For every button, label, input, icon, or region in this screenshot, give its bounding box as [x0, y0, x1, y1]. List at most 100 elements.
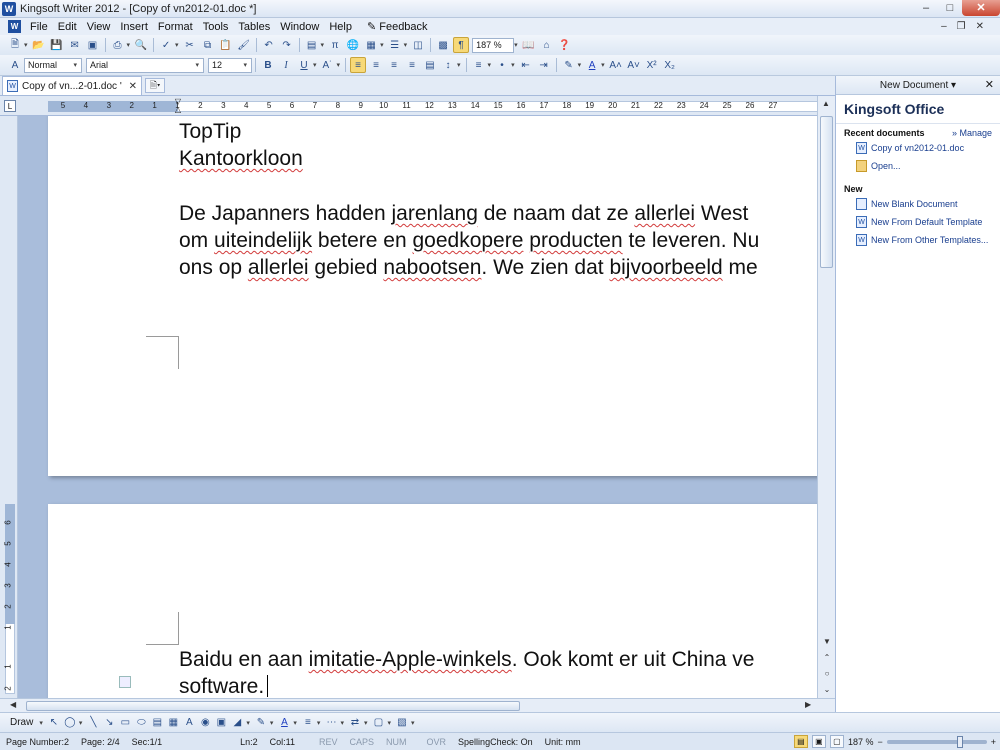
line-style-icon[interactable]: ≡	[301, 716, 315, 730]
minimize-button[interactable]: –	[914, 0, 938, 16]
menu-edit[interactable]: Edit	[53, 21, 82, 33]
page-2[interactable]: Baidu en aan imitatie-Apple-winkels. Ook…	[48, 504, 817, 698]
new-blank-document-link[interactable]: New Blank Document	[844, 194, 992, 212]
recent-doc-link[interactable]: W Copy of vn2012-01.doc	[844, 138, 992, 156]
close-pane-icon[interactable]: ✕	[985, 78, 994, 91]
full-screen-view-icon[interactable]: ▢	[829, 735, 844, 748]
open-folder-icon[interactable]: 📂	[31, 37, 47, 53]
zoom-slider[interactable]	[886, 735, 987, 748]
text-box-icon[interactable]: ▤	[150, 716, 164, 730]
underline-button[interactable]: U	[296, 57, 312, 73]
align-left-icon[interactable]: ≡	[350, 57, 367, 73]
heading-kantoorkloon[interactable]: Kantoorkloon	[179, 145, 303, 172]
cut-icon[interactable]: ✂	[182, 37, 198, 53]
insert-image-icon[interactable]: ▣	[214, 716, 228, 730]
export-pdf-icon[interactable]: ▣	[85, 37, 101, 53]
insert-picture-icon[interactable]: ▤	[304, 37, 320, 53]
paste-icon[interactable]: 📋	[218, 37, 234, 53]
tab-document[interactable]: W Copy of vn...2-01.doc ' ✕	[2, 76, 142, 95]
email-icon[interactable]: ✉	[67, 37, 83, 53]
status-spelling[interactable]: SpellingCheck: On	[452, 737, 539, 747]
document-workspace[interactable]: TopTip Kantoorkloon De Japanners hadden …	[18, 116, 817, 698]
increase-indent-icon[interactable]: ⇥	[536, 57, 552, 73]
font-color-icon[interactable]: A	[584, 57, 600, 73]
draw-font-color-icon[interactable]: A	[277, 716, 291, 730]
autoshapes-icon[interactable]: ◯	[63, 716, 77, 730]
copy-icon[interactable]: ⧉	[200, 37, 216, 53]
task-pane-header[interactable]: New Document ▾ ✕	[836, 76, 1000, 95]
spell-check-icon[interactable]: ✓	[158, 37, 174, 53]
line-color-icon[interactable]: ✎	[254, 716, 268, 730]
superscript-icon[interactable]: X²	[644, 57, 660, 73]
distribute-icon[interactable]: ▤	[422, 57, 438, 73]
new-tab-button[interactable]: 🗎▾	[145, 78, 165, 93]
document-menu-icon[interactable]: W	[8, 20, 21, 33]
shadow-icon[interactable]: ▢	[371, 716, 385, 730]
vertical-ruler[interactable]: 6 5 4 3 2 1 1 2	[0, 116, 18, 698]
arrow-icon[interactable]: ↘	[102, 716, 116, 730]
subscript-icon[interactable]: X₂	[662, 57, 678, 73]
align-center-icon[interactable]: ≡	[368, 57, 384, 73]
print-preview-icon[interactable]: 🔍	[133, 37, 149, 53]
redo-icon[interactable]: ↷	[279, 37, 295, 53]
select-objects-icon[interactable]: ↖	[47, 716, 61, 730]
drawing-icon[interactable]: ◫	[410, 37, 426, 53]
fill-color-icon[interactable]: ◢	[230, 716, 244, 730]
doc-restore-button[interactable]: ❐	[957, 21, 966, 32]
3d-icon[interactable]: ▧	[395, 716, 409, 730]
doc-close-button[interactable]: ✕	[976, 21, 984, 32]
font-size-select[interactable]: 12 ▾	[208, 57, 252, 73]
scroll-right-icon[interactable]: ▶	[805, 700, 811, 709]
highlight-icon[interactable]: ✎	[561, 57, 577, 73]
status-rev[interactable]: REV	[313, 737, 344, 747]
new-document-icon[interactable]: 🗎	[7, 37, 23, 53]
menu-tools[interactable]: Tools	[198, 21, 234, 33]
new-other-templates-link[interactable]: W New From Other Templates...	[844, 230, 992, 248]
next-page-icon[interactable]: ⌄	[819, 682, 835, 696]
zoom-in-icon[interactable]: +	[991, 737, 996, 747]
page-1[interactable]: TopTip Kantoorkloon De Japanners hadden …	[48, 116, 817, 476]
scroll-left-icon[interactable]: ◀	[10, 700, 16, 709]
show-marks-icon[interactable]: ¶	[453, 37, 470, 53]
horizontal-scroll-thumb[interactable]	[26, 701, 520, 711]
status-ovr[interactable]: OVR	[421, 737, 453, 747]
document-map-icon[interactable]: ▩	[435, 37, 451, 53]
doc-minimize-button[interactable]: –	[941, 21, 947, 32]
menu-window[interactable]: Window	[275, 21, 324, 33]
shrink-font-icon[interactable]: A˅	[626, 57, 642, 73]
line-spacing-icon[interactable]: ↕	[440, 57, 456, 73]
font-select[interactable]: Arial ▾	[86, 57, 204, 73]
web-view-icon[interactable]: ▣	[811, 735, 826, 748]
menu-format[interactable]: Format	[153, 21, 198, 33]
close-tab-icon[interactable]: ✕	[129, 81, 137, 92]
formula-icon[interactable]: π	[327, 37, 343, 53]
numbered-list-icon[interactable]: ≡	[471, 57, 487, 73]
home-icon[interactable]: ⌂	[539, 37, 555, 53]
bold-button[interactable]: B	[260, 57, 276, 73]
page2-line-1[interactable]: Baidu en aan imitatie-Apple-winkels. Ook…	[179, 646, 754, 673]
bullet-list-icon[interactable]: •	[494, 57, 510, 73]
zoom-out-icon[interactable]: −	[877, 737, 882, 747]
task-pane-title-dropdown[interactable]: New Document ▾	[880, 80, 956, 91]
clipart-icon[interactable]: ◉	[198, 716, 212, 730]
menu-feedback[interactable]: ✎ Feedback	[357, 20, 433, 33]
hyperlink-icon[interactable]: 🌐	[345, 37, 361, 53]
page2-line-2[interactable]: software.	[179, 673, 269, 698]
select-browse-object-icon[interactable]: ○	[819, 666, 835, 680]
rectangle-icon[interactable]: ▭	[118, 716, 132, 730]
open-link[interactable]: Open...	[844, 156, 992, 174]
menu-tables[interactable]: Tables	[233, 21, 275, 33]
scroll-down-icon[interactable]: ▼	[819, 634, 835, 648]
oval-icon[interactable]: ⬭	[134, 716, 148, 730]
horizontal-scrollbar[interactable]: ◀ ▶	[0, 698, 835, 712]
italic-button[interactable]: I	[278, 57, 294, 73]
menu-view[interactable]: View	[82, 21, 116, 33]
styles-icon[interactable]: A	[7, 57, 23, 73]
close-window-button[interactable]: ✕	[962, 0, 1000, 16]
heading-toptip[interactable]: TopTip	[179, 118, 241, 145]
previous-page-icon[interactable]: ⌃	[819, 650, 835, 664]
paragraph-line-3[interactable]: ons op allerlei gebied nabootsen. We zie…	[179, 254, 758, 281]
horizontal-ruler[interactable]: L 5 4 3 2 1 1 2 3 4 5 6 7 8 9 10 11 12 13 14 15 16 17 18 19 20 21…	[0, 96, 835, 116]
columns-icon[interactable]: ☰	[387, 37, 403, 53]
style-select[interactable]: Normal ▾	[24, 57, 82, 73]
